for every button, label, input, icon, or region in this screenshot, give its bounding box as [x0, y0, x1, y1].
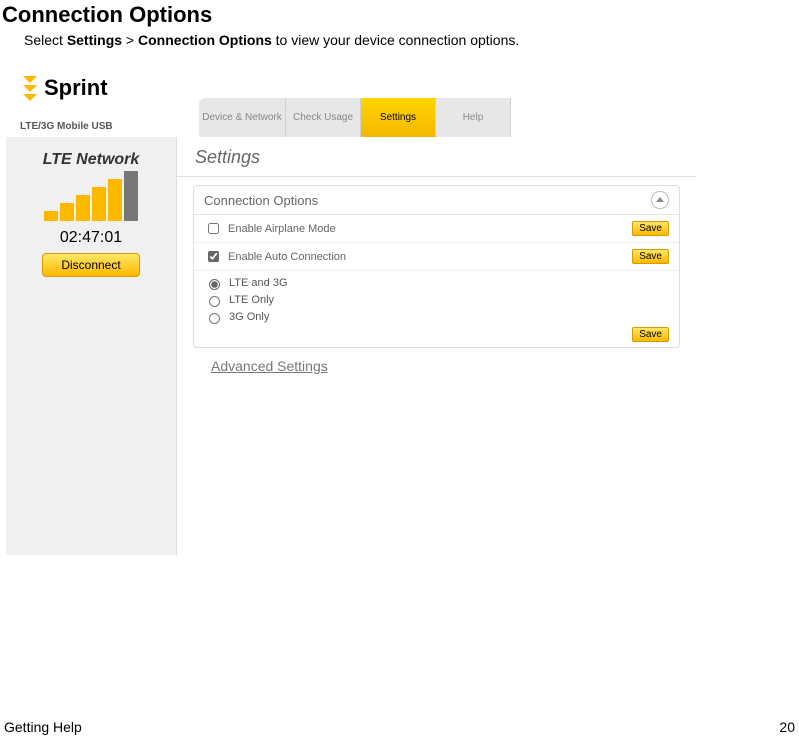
label-lte-and-3g: LTE and 3G	[229, 277, 288, 289]
collapse-icon[interactable]	[651, 191, 669, 209]
save-mode-button[interactable]: Save	[632, 327, 669, 342]
signal-bar-5	[108, 179, 122, 221]
tab-help[interactable]: Help	[436, 98, 511, 137]
save-airplane-button[interactable]: Save	[632, 221, 669, 236]
instr-post: to view your device connection options.	[272, 32, 519, 48]
disconnect-button[interactable]: Disconnect	[42, 253, 140, 277]
signal-bar-off	[124, 171, 138, 221]
instr-sep: >	[122, 32, 138, 48]
footer-left: Getting Help	[4, 719, 82, 735]
footer-page-number: 20	[779, 719, 795, 735]
logo-row: Sprint LTE/3G Mobile USB Device & Networ…	[6, 62, 696, 137]
brand-logo: Sprint	[20, 74, 108, 102]
row-network-mode: LTE and 3G LTE Only 3G Only Save	[194, 271, 679, 347]
settings-heading: Settings	[177, 137, 696, 177]
connection-options-section: Connection Options Enable Airplane Mode …	[193, 185, 680, 348]
connection-time: 02:47:01	[6, 229, 176, 247]
left-panel: LTE Network 02:47:01 Disconnect	[6, 137, 176, 555]
app-screenshot: Administrator Password OK (Default passw…	[6, 62, 696, 555]
signal-bar-2	[60, 203, 74, 221]
radio-lte-only[interactable]	[209, 296, 220, 307]
airplane-mode-checkbox[interactable]	[208, 223, 219, 234]
instr-pre: Select	[24, 32, 67, 48]
instr-connopts: Connection Options	[138, 32, 272, 48]
page-footer: Getting Help 20	[4, 719, 795, 735]
instructions: Select Settings > Connection Options to …	[24, 32, 799, 48]
auto-connection-label: Enable Auto Connection	[228, 251, 346, 263]
brand-name: Sprint	[44, 75, 108, 101]
instr-settings: Settings	[67, 32, 122, 48]
network-name: LTE Network	[6, 151, 176, 169]
pin-icon	[20, 74, 40, 102]
signal-bar-3	[76, 195, 90, 221]
row-airplane-mode: Enable Airplane Mode Save	[194, 215, 679, 243]
nav-tabs: Device & Network Check Usage Settings He…	[199, 98, 511, 137]
label-3g-only: 3G Only	[229, 311, 269, 323]
label-lte-only: LTE Only	[229, 294, 274, 306]
auto-connection-checkbox[interactable]	[208, 251, 219, 262]
radio-lte-and-3g[interactable]	[209, 279, 220, 290]
page-title: Connection Options	[2, 2, 799, 28]
save-auto-button[interactable]: Save	[632, 249, 669, 264]
signal-bar-1	[44, 211, 58, 221]
section-title: Connection Options	[204, 193, 318, 208]
tab-device-network[interactable]: Device & Network	[199, 98, 286, 137]
row-auto-connection: Enable Auto Connection Save	[194, 243, 679, 271]
airplane-mode-label: Enable Airplane Mode	[228, 223, 336, 235]
tab-check-usage[interactable]: Check Usage	[286, 98, 361, 137]
right-panel: Settings Connection Options Enable Airpl…	[176, 137, 696, 555]
tab-settings[interactable]: Settings	[361, 98, 436, 137]
signal-bar-4	[92, 187, 106, 221]
advanced-settings-link[interactable]: Advanced Settings	[211, 358, 662, 374]
radio-3g-only[interactable]	[209, 313, 220, 324]
device-title: LTE/3G Mobile USB	[20, 121, 113, 132]
section-header[interactable]: Connection Options	[194, 186, 679, 215]
signal-bars	[6, 175, 176, 221]
